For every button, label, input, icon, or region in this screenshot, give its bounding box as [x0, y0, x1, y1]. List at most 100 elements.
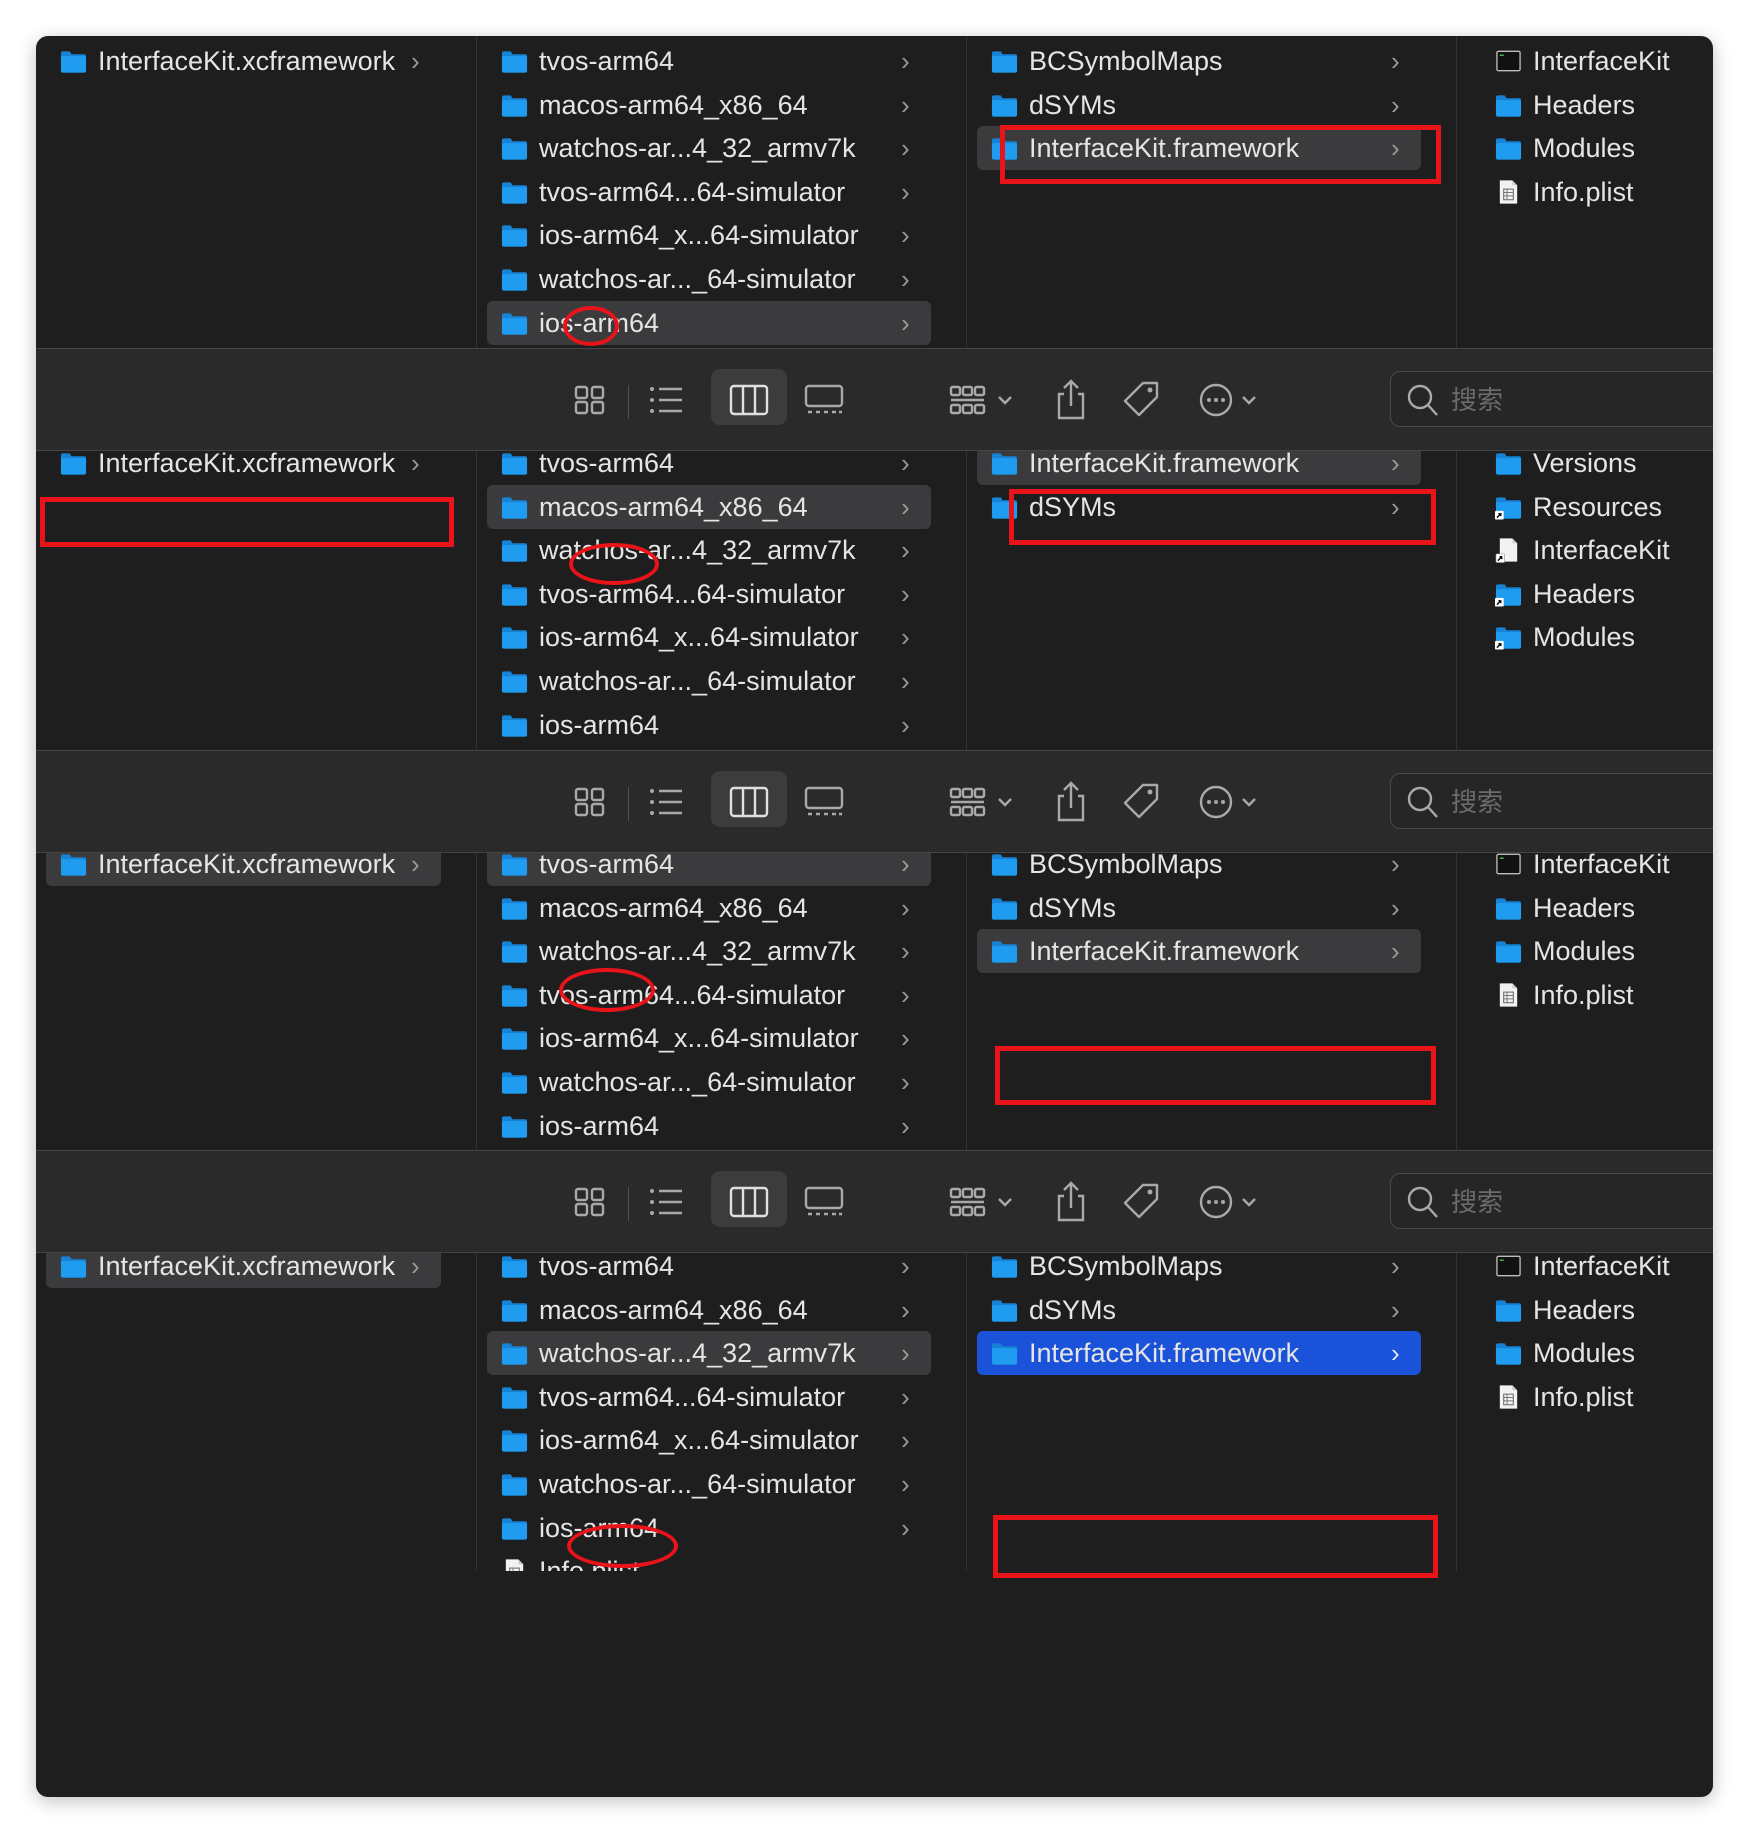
group-icon[interactable]	[949, 1179, 1015, 1225]
plist-file-icon	[501, 1558, 528, 1571]
column-divider	[476, 1241, 477, 1571]
share-icon[interactable]	[1054, 1179, 1088, 1225]
chevron-right-icon: ›	[901, 578, 910, 609]
search-field[interactable]: 搜索	[1390, 371, 1713, 427]
gallery-view-icon[interactable]	[804, 377, 844, 423]
file-row[interactable]: macos-arm64_x86_64 ›	[487, 484, 931, 529]
file-row[interactable]: Info.plist	[1481, 973, 1713, 1017]
file-row[interactable]: ios-arm64_x...64-simulator ›	[487, 1016, 931, 1060]
file-row[interactable]: Resources	[1481, 485, 1713, 529]
folder-icon	[501, 222, 528, 248]
file-row[interactable]: Headers	[1481, 83, 1713, 127]
toolbar-divider	[628, 385, 629, 419]
file-row[interactable]: watchos-ar...4_32_armv7k ›	[487, 126, 931, 170]
folder-icon	[501, 48, 528, 74]
file-row[interactable]: InterfaceKit.framework ›	[977, 1331, 1421, 1376]
file-row[interactable]: Modules	[1481, 126, 1713, 170]
file-row[interactable]: tvos-arm64 ›	[487, 39, 931, 83]
file-row[interactable]: watchos-ar...4_32_armv7k ›	[487, 929, 931, 973]
icon-view-icon[interactable]	[574, 1179, 606, 1225]
folder-icon	[501, 1384, 528, 1410]
group-icon[interactable]	[949, 377, 1015, 423]
column-divider	[1456, 839, 1457, 1150]
tag-icon[interactable]	[1121, 377, 1163, 423]
file-row[interactable]: Headers	[1481, 886, 1713, 930]
column-view-icon[interactable]	[729, 779, 769, 825]
file-name: watchos-ar..._64-simulator	[539, 264, 856, 294]
file-name: Headers	[1533, 1294, 1636, 1325]
file-row[interactable]: watchos-ar...4_32_armv7k ›	[487, 1331, 931, 1376]
file-row[interactable]: Info.plist	[1481, 1375, 1713, 1419]
column-view-icon[interactable]	[729, 377, 769, 423]
file-row[interactable]: ios-arm64_x...64-simulator ›	[487, 213, 931, 257]
file-row[interactable]: ios-arm64 ›	[487, 1104, 931, 1148]
tag-icon[interactable]	[1121, 779, 1163, 825]
list-view-icon[interactable]	[648, 779, 684, 825]
finder-toolbar: 搜索	[36, 348, 1713, 451]
column-view-icon[interactable]	[729, 1179, 769, 1225]
file-row[interactable]: dSYMs ›	[977, 886, 1421, 930]
file-row[interactable]: InterfaceKit.framework ›	[977, 126, 1421, 171]
share-icon[interactable]	[1054, 779, 1088, 825]
share-icon[interactable]	[1054, 377, 1088, 423]
file-row[interactable]: dSYMs ›	[977, 1288, 1421, 1332]
file-row[interactable]: tvos-arm64...64-simulator ›	[487, 572, 931, 616]
tag-icon[interactable]	[1121, 1179, 1163, 1225]
folder-icon	[501, 135, 528, 161]
file-row[interactable]: ios-arm64 ›	[487, 300, 931, 345]
file-row[interactable]: watchos-ar..._64-simulator ›	[487, 1462, 931, 1506]
file-row[interactable]: Info.plist	[1481, 170, 1713, 214]
file-row[interactable]: InterfaceKit	[1481, 528, 1713, 572]
group-icon[interactable]	[949, 779, 1015, 825]
chevron-right-icon: ›	[901, 1067, 910, 1097]
file-row[interactable]: watchos-ar..._64-simulator ›	[487, 659, 931, 703]
file-row[interactable]: dSYMs ›	[977, 83, 1421, 127]
file-row[interactable]: macos-arm64_x86_64 ›	[487, 83, 931, 127]
file-name: BCSymbolMaps	[1029, 46, 1223, 76]
folder-icon	[991, 450, 1018, 476]
file-row[interactable]: ios-arm64_x...64-simulator ›	[487, 1418, 931, 1462]
file-row[interactable]: Headers	[1481, 1288, 1713, 1332]
file-row[interactable]: tvos-arm64...64-simulator ›	[487, 973, 931, 1017]
file-row[interactable]: tvos-arm64...64-simulator ›	[487, 1375, 931, 1419]
list-view-icon[interactable]	[648, 377, 684, 423]
file-row[interactable]: ios-arm64 ›	[487, 1506, 931, 1550]
gallery-view-icon[interactable]	[804, 1179, 844, 1225]
chevron-right-icon: ›	[901, 491, 910, 522]
folder-icon	[991, 1340, 1018, 1366]
file-name: InterfaceKit.framework	[1029, 1338, 1300, 1369]
file-row[interactable]: watchos-ar...4_32_armv7k ›	[487, 528, 931, 572]
file-row[interactable]: Headers	[1481, 572, 1713, 616]
more-actions-icon[interactable]	[1199, 779, 1265, 825]
more-actions-icon[interactable]	[1199, 377, 1265, 423]
file-row[interactable]: Modules	[1481, 1331, 1713, 1375]
file-row[interactable]: watchos-ar..._64-simulator ›	[487, 1060, 931, 1104]
file-row[interactable]: tvos-arm64...64-simulator ›	[487, 170, 931, 214]
icon-view-icon[interactable]	[574, 377, 606, 423]
search-field[interactable]: 搜索	[1390, 1173, 1713, 1229]
icon-view-icon[interactable]	[574, 779, 606, 825]
file-row[interactable]: Modules	[1481, 929, 1713, 973]
file-row[interactable]: dSYMs ›	[977, 485, 1421, 529]
file-row[interactable]: InterfaceKit.xcframework ›	[46, 39, 441, 83]
file-row[interactable]: InterfaceKit	[1481, 39, 1713, 83]
file-row[interactable]: Info.plist	[487, 1549, 931, 1571]
finder-window: InterfaceKit.xcframework › tvos-arm64 › ma…	[36, 36, 1713, 1797]
chevron-right-icon: ›	[901, 46, 910, 76]
chevron-right-icon: ›	[901, 1512, 910, 1543]
file-row[interactable]: ios-arm64_x...64-simulator ›	[487, 615, 931, 659]
search-field[interactable]: 搜索	[1390, 773, 1713, 829]
list-view-icon[interactable]	[648, 1179, 684, 1225]
file-name: tvos-arm64...64-simulator	[539, 176, 846, 207]
file-row[interactable]: InterfaceKit.framework ›	[977, 929, 1421, 974]
file-row[interactable]: Modules	[1481, 615, 1713, 659]
file-row[interactable]: ios-arm64 ›	[487, 703, 931, 747]
file-row[interactable]: macos-arm64_x86_64 ›	[487, 1288, 931, 1332]
file-name: dSYMs	[1029, 491, 1117, 522]
more-actions-icon[interactable]	[1199, 1179, 1265, 1225]
file-name: Headers	[1533, 89, 1636, 120]
file-row[interactable]: macos-arm64_x86_64 ›	[487, 886, 931, 930]
file-row[interactable]: watchos-ar..._64-simulator ›	[487, 257, 931, 301]
file-row[interactable]: BCSymbolMaps ›	[977, 39, 1421, 83]
gallery-view-icon[interactable]	[804, 779, 844, 825]
